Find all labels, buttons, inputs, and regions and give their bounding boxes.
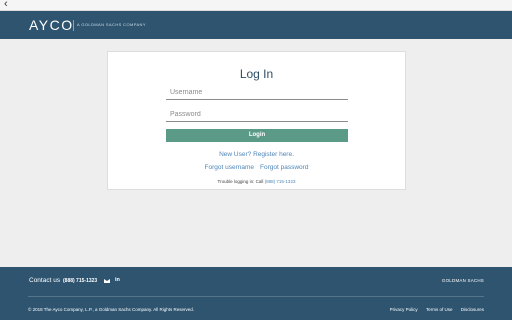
trouble-phone-link[interactable]: (888) 715-1323 [265, 179, 296, 184]
forgot-links-row: Forgot username Forgot password [108, 164, 405, 171]
forgot-password-link[interactable]: Forgot password [260, 164, 308, 171]
login-button[interactable]: Login [166, 129, 348, 142]
contact-us-label: Contact us [29, 277, 61, 284]
terms-of-use-link[interactable]: Terms of Use [426, 307, 453, 312]
browser-top-bar: ‹ [0, 0, 512, 11]
chevron-left-icon[interactable]: ‹ [4, 0, 8, 11]
goldman-sachs-logo[interactable]: GOLDMAN SACHS [442, 278, 484, 283]
password-input[interactable] [166, 108, 348, 122]
privacy-policy-link[interactable]: Privacy Policy [390, 307, 418, 312]
login-card: Log In Login New User? Register here. Fo… [107, 51, 406, 190]
mail-icon[interactable] [104, 279, 110, 283]
page-title: Log In [239, 67, 274, 81]
disclosures-link[interactable]: Disclosures [461, 307, 484, 312]
footer-links: Privacy Policy Terms of Use Disclosures [383, 307, 484, 312]
footer-divider [28, 296, 484, 297]
linkedin-icon[interactable]: in [115, 277, 120, 283]
footer-phone[interactable]: (888) 715-1323 [63, 278, 97, 284]
logo-tagline: A GOLDMAN SACHS COMPANY [77, 22, 146, 27]
ayco-logo[interactable]: AYCO [29, 17, 74, 33]
logo-divider [73, 20, 74, 31]
username-input[interactable] [166, 86, 348, 100]
trouble-logging-in: Trouble logging in: Call (888) 715-1323 [108, 179, 405, 184]
register-link[interactable]: New User? Register here. [219, 151, 294, 158]
new-user-row: New User? Register here. [108, 151, 405, 158]
forgot-username-link[interactable]: Forgot username [205, 164, 255, 171]
copyright-text: © 2018 The Ayco Company, L.P., a Goldman… [28, 307, 194, 312]
site-header: AYCO A GOLDMAN SACHS COMPANY [0, 11, 512, 39]
site-footer: Contact us (888) 715-1323 in GOLDMAN SAC… [0, 267, 512, 320]
trouble-text: Trouble logging in: Call [217, 179, 264, 184]
